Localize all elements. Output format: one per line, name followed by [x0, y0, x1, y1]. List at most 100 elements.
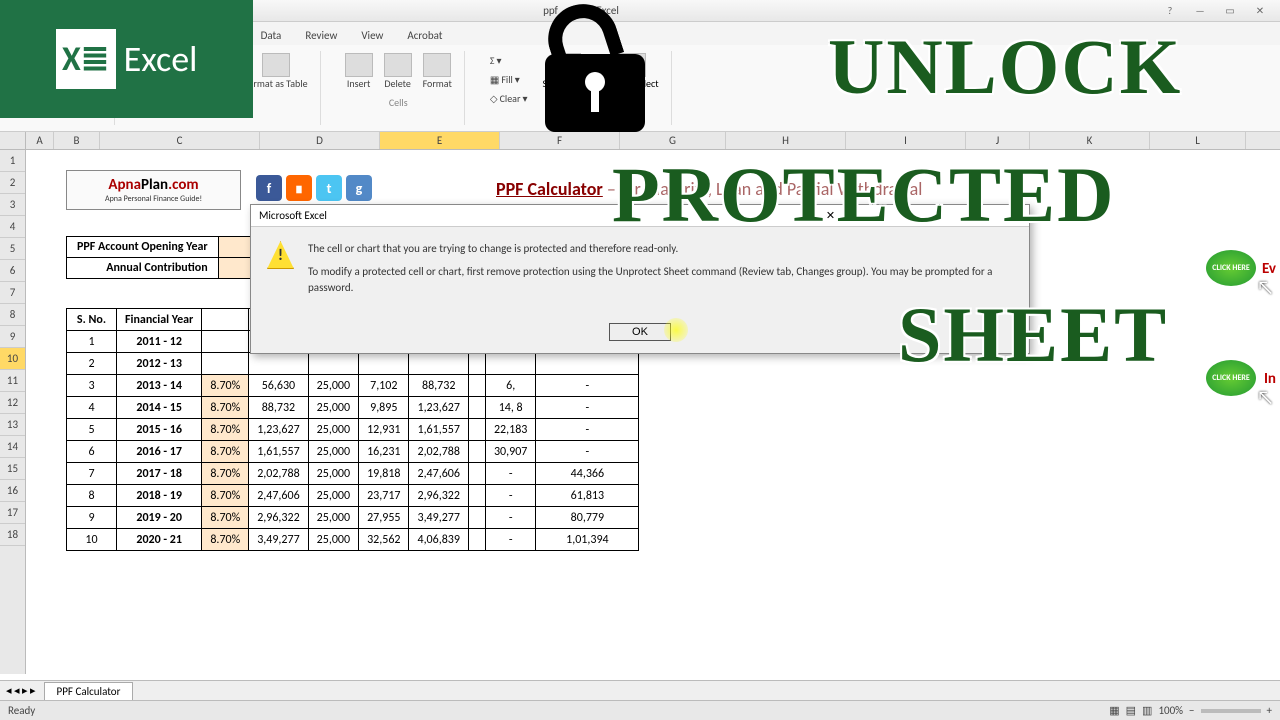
table-cell[interactable]: 32,562 [359, 529, 409, 551]
sheet-tab-ppf[interactable]: PPF Calculator [44, 682, 134, 700]
table-cell[interactable]: 7,102 [359, 375, 409, 397]
table-cell[interactable]: 8.70% [202, 507, 249, 529]
table-cell[interactable]: 2,02,788 [409, 441, 468, 463]
zoom-slider[interactable] [1201, 709, 1261, 713]
table-cell[interactable] [468, 529, 485, 551]
table-cell[interactable]: 14, 8 [485, 397, 535, 419]
table-cell[interactable]: 88,732 [249, 397, 308, 419]
table-cell[interactable]: - [536, 397, 639, 419]
row-header-12[interactable]: 12 [0, 392, 25, 414]
table-cell[interactable]: 4 [67, 397, 117, 419]
table-cell[interactable] [468, 375, 485, 397]
table-cell[interactable]: 1 [67, 331, 117, 353]
table-cell[interactable]: 2,96,322 [249, 507, 308, 529]
table-cell[interactable]: 16,231 [359, 441, 409, 463]
facebook-icon[interactable]: f [256, 175, 282, 201]
table-cell[interactable]: - [536, 375, 639, 397]
row-header-9[interactable]: 9 [0, 326, 25, 348]
col-header-E[interactable]: E [380, 132, 500, 149]
table-cell[interactable]: 44,366 [536, 463, 639, 485]
help-button[interactable]: ? [1156, 3, 1184, 19]
table-cell[interactable]: 1,01,394 [536, 529, 639, 551]
col-header-J[interactable]: J [966, 132, 1030, 149]
col-header-H[interactable]: H [726, 132, 846, 149]
table-cell[interactable]: 8 [67, 485, 117, 507]
table-cell[interactable]: - [485, 463, 535, 485]
table-cell[interactable]: 8.70% [202, 397, 249, 419]
row-header-13[interactable]: 13 [0, 414, 25, 436]
table-cell[interactable]: 2,02,788 [249, 463, 308, 485]
row-header-4[interactable]: 4 [0, 216, 25, 238]
insert-button[interactable]: Insert [341, 51, 377, 92]
table-cell[interactable]: 2011 - 12 [117, 331, 202, 353]
table-cell[interactable]: 3,49,277 [249, 529, 308, 551]
table-cell[interactable]: 9 [67, 507, 117, 529]
table-cell[interactable]: 25,000 [308, 485, 358, 507]
table-cell[interactable]: 7 [67, 463, 117, 485]
table-cell[interactable]: 1,61,557 [249, 441, 308, 463]
row-header-16[interactable]: 16 [0, 480, 25, 502]
col-header-C[interactable]: C [100, 132, 260, 149]
table-cell[interactable]: 3 [67, 375, 117, 397]
minimize-button[interactable]: — [1186, 3, 1214, 19]
fill-button[interactable]: ▦ Fill ▾ [485, 70, 533, 89]
row-header-7[interactable]: 7 [0, 282, 25, 304]
table-cell[interactable]: 2,47,606 [409, 463, 468, 485]
table-cell[interactable]: 2019 - 20 [117, 507, 202, 529]
table-cell[interactable]: 4,06,839 [409, 529, 468, 551]
table-cell[interactable]: 8.70% [202, 529, 249, 551]
delete-button[interactable]: Delete [380, 51, 416, 92]
dialog-ok-button[interactable]: OK [609, 323, 671, 341]
table-cell[interactable]: 88,732 [409, 375, 468, 397]
format-button[interactable]: Format [419, 51, 456, 92]
row-header-15[interactable]: 15 [0, 458, 25, 480]
col-header-A[interactable]: A [26, 132, 54, 149]
table-cell[interactable]: - [485, 507, 535, 529]
row-header-1[interactable]: 1 [0, 150, 25, 172]
table-cell[interactable]: 27,955 [359, 507, 409, 529]
row-header-18[interactable]: 18 [0, 524, 25, 546]
table-cell[interactable]: 6, [485, 375, 535, 397]
table-cell[interactable] [249, 353, 308, 375]
table-cell[interactable]: 2016 - 17 [117, 441, 202, 463]
row-header-3[interactable]: 3 [0, 194, 25, 216]
table-cell[interactable] [468, 397, 485, 419]
table-cell[interactable] [468, 507, 485, 529]
table-cell[interactable]: 8.70% [202, 463, 249, 485]
tab-acrobat[interactable]: Acrobat [396, 25, 453, 45]
table-cell[interactable]: 2,47,606 [249, 485, 308, 507]
table-cell[interactable] [468, 419, 485, 441]
table-cell[interactable]: 25,000 [308, 419, 358, 441]
table-cell[interactable]: 1,23,627 [249, 419, 308, 441]
row-header-17[interactable]: 17 [0, 502, 25, 524]
table-cell[interactable]: 6 [67, 441, 117, 463]
table-cell[interactable]: 1,61,557 [409, 419, 468, 441]
table-cell[interactable]: 2017 - 18 [117, 463, 202, 485]
table-cell[interactable] [468, 353, 485, 375]
tab-review[interactable]: Review [294, 25, 348, 45]
twitter-icon[interactable]: t [316, 175, 342, 201]
table-cell[interactable]: 80,779 [536, 507, 639, 529]
table-cell[interactable]: 2018 - 19 [117, 485, 202, 507]
table-cell[interactable] [536, 353, 639, 375]
maximize-button[interactable]: ▭ [1216, 3, 1244, 19]
table-cell[interactable]: 3,49,277 [409, 507, 468, 529]
table-cell[interactable]: 1,23,627 [409, 397, 468, 419]
table-cell[interactable]: 12,931 [359, 419, 409, 441]
table-cell[interactable]: 8.70% [202, 419, 249, 441]
row-header-8[interactable]: 8 [0, 304, 25, 326]
table-cell[interactable]: 2013 - 14 [117, 375, 202, 397]
table-cell[interactable]: 22,183 [485, 419, 535, 441]
table-cell[interactable]: 8.70% [202, 441, 249, 463]
table-cell[interactable]: 25,000 [308, 529, 358, 551]
table-cell[interactable]: 2 [67, 353, 117, 375]
table-cell[interactable]: 10 [67, 529, 117, 551]
autosum-button[interactable]: Σ ▾ [485, 51, 533, 70]
col-header-D[interactable]: D [260, 132, 380, 149]
tab-view[interactable]: View [350, 25, 394, 45]
row-header-11[interactable]: 11 [0, 370, 25, 392]
table-cell[interactable] [359, 353, 409, 375]
table-cell[interactable]: 30,907 [485, 441, 535, 463]
view-pagebreak-icon[interactable]: ▥ [1142, 704, 1152, 717]
table-cell[interactable]: 25,000 [308, 375, 358, 397]
